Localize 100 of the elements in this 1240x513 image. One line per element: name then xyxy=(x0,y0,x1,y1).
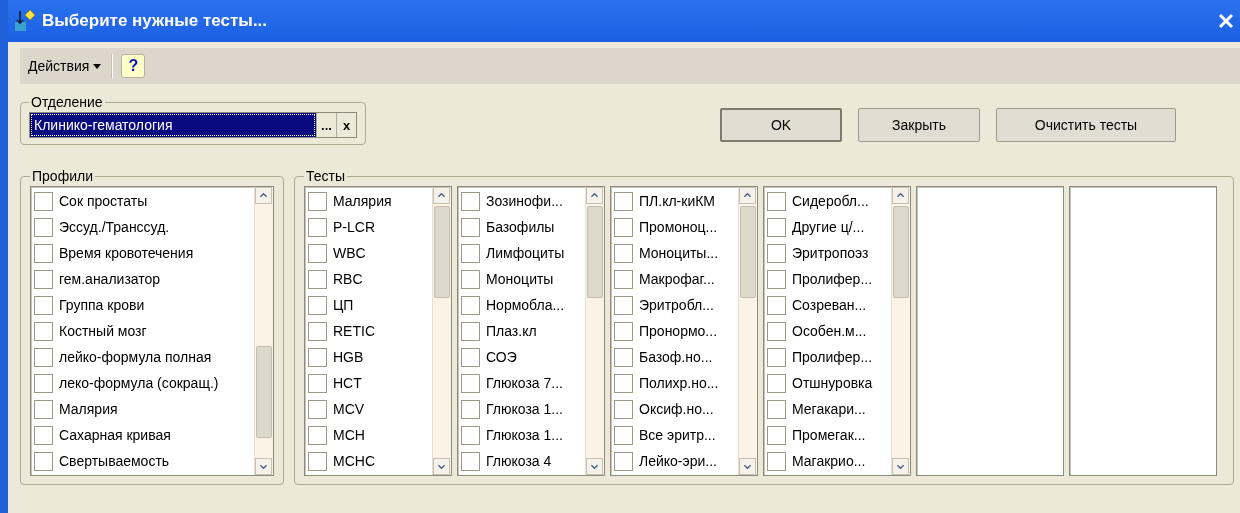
actions-menu[interactable]: Действия xyxy=(26,56,104,76)
checkbox[interactable] xyxy=(767,295,786,315)
list-item-label[interactable]: Группа крови xyxy=(59,297,145,313)
checkbox[interactable] xyxy=(308,347,327,367)
checkbox[interactable] xyxy=(614,425,633,445)
list-item-label[interactable]: леко-формула (сокращ.) xyxy=(59,375,219,391)
list-item-label[interactable]: Свертываемость xyxy=(59,453,170,469)
scroll-down-icon[interactable] xyxy=(892,458,909,475)
list-item-label[interactable]: Время кровотечения xyxy=(59,245,194,261)
checkbox[interactable] xyxy=(767,321,786,341)
list-item-label[interactable]: Малярия xyxy=(333,193,392,209)
list-item-label[interactable]: Сахарная кривая xyxy=(59,427,171,443)
checkbox[interactable] xyxy=(308,191,327,211)
list-item-label[interactable]: гем.анализатор xyxy=(59,271,161,287)
list-item-label[interactable]: Сок простаты xyxy=(59,193,148,209)
checkbox[interactable] xyxy=(614,295,633,315)
list-item-label[interactable]: P-LCR xyxy=(333,219,375,235)
checkbox[interactable] xyxy=(34,295,53,315)
checkbox[interactable] xyxy=(461,347,480,367)
scrollbar[interactable] xyxy=(432,187,451,475)
list-item-label[interactable]: Лейко-эри... xyxy=(639,453,717,469)
checkbox[interactable] xyxy=(767,451,786,471)
checkbox[interactable] xyxy=(614,373,633,393)
checkbox[interactable] xyxy=(767,425,786,445)
list-item-label[interactable]: Базоф.но... xyxy=(639,349,713,365)
close-icon[interactable] xyxy=(1218,13,1234,29)
list-item-label[interactable]: RETIC xyxy=(333,323,375,339)
checkbox[interactable] xyxy=(34,425,53,445)
checkbox[interactable] xyxy=(461,217,480,237)
checkbox[interactable] xyxy=(767,243,786,263)
list-item-label[interactable]: Костный мозг xyxy=(59,323,147,339)
scroll-thumb[interactable] xyxy=(893,206,909,298)
list-item-label[interactable]: Другие ц/... xyxy=(792,219,865,235)
list-item-label[interactable]: Глюкоза 1... xyxy=(486,427,563,443)
list-item-label[interactable]: Моноциты xyxy=(486,271,554,287)
checkbox[interactable] xyxy=(308,217,327,237)
checkbox[interactable] xyxy=(614,399,633,419)
checkbox[interactable] xyxy=(767,191,786,211)
scroll-thumb[interactable] xyxy=(434,206,450,298)
list-item-label[interactable]: Пронормо... xyxy=(639,323,718,339)
checkbox[interactable] xyxy=(34,217,53,237)
list-item-label[interactable]: Эссуд./Транссуд. xyxy=(59,219,170,235)
checkbox[interactable] xyxy=(614,451,633,471)
scrollbar[interactable] xyxy=(891,187,910,475)
scrollbar[interactable] xyxy=(585,187,604,475)
list-item-label[interactable]: Все эритр... xyxy=(639,427,716,443)
checkbox[interactable] xyxy=(767,347,786,367)
list-item-label[interactable]: лейко-формула полная xyxy=(59,349,212,365)
scroll-thumb[interactable] xyxy=(740,206,756,298)
checkbox[interactable] xyxy=(308,451,327,471)
list-item-label[interactable]: MCV xyxy=(333,401,365,417)
list-item-label[interactable]: Полихр.но... xyxy=(639,375,719,391)
list-item-label[interactable]: Промоноц... xyxy=(639,219,718,235)
checkbox[interactable] xyxy=(767,373,786,393)
checkbox[interactable] xyxy=(308,295,327,315)
checkbox[interactable] xyxy=(308,321,327,341)
list-item-label[interactable]: HGB xyxy=(333,349,364,365)
select-button[interactable]: ... xyxy=(316,113,336,137)
checkbox[interactable] xyxy=(461,399,480,419)
checkbox[interactable] xyxy=(34,451,53,471)
list-item-label[interactable]: Мегакари... xyxy=(792,401,866,417)
scroll-up-icon[interactable] xyxy=(586,187,603,204)
department-field[interactable]: Клинико-гематология ... x xyxy=(29,112,357,138)
checkbox[interactable] xyxy=(461,295,480,315)
list-item-label[interactable]: MCH xyxy=(333,427,365,443)
checkbox[interactable] xyxy=(614,321,633,341)
list-item-label[interactable]: HCT xyxy=(333,375,362,391)
scroll-down-icon[interactable] xyxy=(255,458,272,475)
scrollbar[interactable] xyxy=(254,187,273,475)
checkbox[interactable] xyxy=(34,347,53,367)
scroll-thumb[interactable] xyxy=(256,346,272,438)
checkbox[interactable] xyxy=(308,269,327,289)
list-item-label[interactable]: MCHC xyxy=(333,453,375,469)
list-item-label[interactable]: Нормобла... xyxy=(486,297,565,313)
checkbox[interactable] xyxy=(614,347,633,367)
dialog-button[interactable]: OK xyxy=(720,108,842,142)
list-item-label[interactable]: Отшнуровка xyxy=(792,375,873,391)
checkbox[interactable] xyxy=(308,243,327,263)
list-item-label[interactable]: Малярия xyxy=(59,401,118,417)
help-button[interactable]: ? xyxy=(121,54,146,78)
scroll-down-icon[interactable] xyxy=(433,458,450,475)
checkbox[interactable] xyxy=(461,321,480,341)
clear-button[interactable]: x xyxy=(336,113,356,137)
checkbox[interactable] xyxy=(308,399,327,419)
dialog-button[interactable]: Закрыть xyxy=(858,108,980,142)
checkbox[interactable] xyxy=(461,191,480,211)
checkbox[interactable] xyxy=(308,425,327,445)
checkbox[interactable] xyxy=(34,321,53,341)
list-item-label[interactable]: Пролифер... xyxy=(792,349,873,365)
list-item-label[interactable]: ПЛ.кл-киКМ xyxy=(639,193,715,209)
checkbox[interactable] xyxy=(767,269,786,289)
list-item-label[interactable]: Сидеробл... xyxy=(792,193,869,209)
checkbox[interactable] xyxy=(461,269,480,289)
scroll-up-icon[interactable] xyxy=(739,187,756,204)
checkbox[interactable] xyxy=(767,217,786,237)
checkbox[interactable] xyxy=(614,217,633,237)
list-item-label[interactable]: Лимфоциты xyxy=(486,245,565,261)
checkbox[interactable] xyxy=(767,399,786,419)
list-item-label[interactable]: Эритропоэз xyxy=(792,245,869,261)
list-item-label[interactable]: Магакрио... xyxy=(792,453,866,469)
